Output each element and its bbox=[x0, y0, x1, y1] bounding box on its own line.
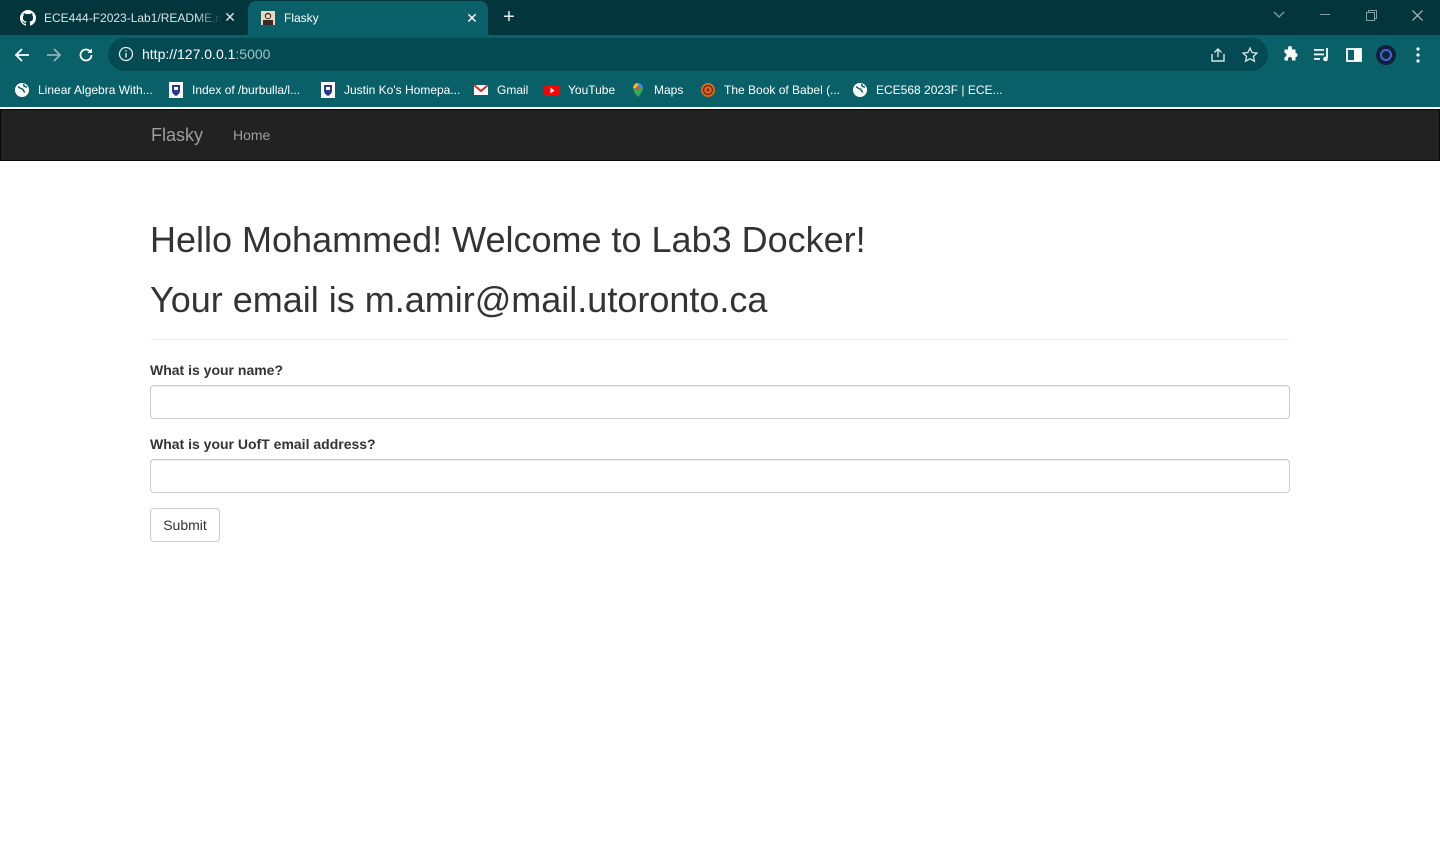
minimize-icon bbox=[1320, 14, 1330, 15]
maps-icon bbox=[633, 83, 643, 97]
crest-icon bbox=[169, 82, 183, 98]
restore-button[interactable] bbox=[1348, 0, 1394, 30]
url-host: http://127.0.0.1 bbox=[142, 46, 236, 62]
tab-flasky[interactable]: Flasky ✕ bbox=[248, 1, 488, 35]
back-arrow-icon bbox=[14, 48, 29, 62]
reload-button[interactable] bbox=[72, 41, 100, 69]
navbar-brand[interactable]: Flasky bbox=[151, 110, 203, 160]
nav-home-link[interactable]: Home bbox=[233, 110, 270, 160]
name-input[interactable] bbox=[150, 385, 1290, 419]
tab-title: Flasky bbox=[284, 11, 319, 25]
bookmark-item[interactable]: YouTube bbox=[544, 80, 615, 100]
github-icon bbox=[20, 9, 36, 26]
info-icon[interactable] bbox=[118, 46, 134, 62]
bookmarks-bar: Linear Algebra With... Index of /burbull… bbox=[0, 74, 1440, 107]
bookmark-label: Index of /burbulla/l... bbox=[192, 83, 301, 97]
bookmark-star-icon[interactable] bbox=[1241, 46, 1259, 64]
crest-icon bbox=[321, 82, 335, 98]
tab-search-button[interactable] bbox=[1256, 0, 1302, 30]
bookmark-item[interactable]: Justin Ko's Homepa... bbox=[320, 80, 460, 100]
close-window-button[interactable] bbox=[1394, 0, 1440, 30]
address-bar[interactable]: http://127.0.0.1:5000 bbox=[108, 38, 1268, 71]
tab-title: ECE444-F2023-Lab1/README.md bbox=[44, 10, 222, 25]
minimize-button[interactable] bbox=[1302, 0, 1348, 30]
forward-button[interactable] bbox=[40, 41, 68, 69]
new-tab-button[interactable]: + bbox=[498, 6, 520, 28]
url-text[interactable]: http://127.0.0.1:5000 bbox=[142, 38, 270, 71]
bookmark-item[interactable]: Maps bbox=[630, 80, 683, 100]
share-icon[interactable] bbox=[1209, 46, 1227, 64]
bookmark-item[interactable]: Linear Algebra With... bbox=[14, 80, 153, 100]
babel-icon bbox=[701, 83, 715, 97]
bookmark-label: Gmail bbox=[497, 83, 529, 97]
restore-icon bbox=[1365, 9, 1377, 21]
email-input[interactable] bbox=[150, 459, 1290, 493]
url-port: :5000 bbox=[235, 46, 271, 62]
reload-icon bbox=[79, 48, 93, 62]
bookmark-item[interactable]: The Book of Babel (... bbox=[700, 80, 840, 100]
browser-toolbar: http://127.0.0.1:5000 bbox=[0, 35, 1440, 74]
globe-icon bbox=[15, 83, 29, 97]
chevron-down-icon bbox=[1273, 11, 1285, 18]
bookmark-label: Justin Ko's Homepa... bbox=[344, 83, 461, 97]
back-button[interactable] bbox=[8, 41, 36, 69]
close-tab-icon[interactable]: ✕ bbox=[222, 9, 238, 26]
email-label: What is your UofT email address? bbox=[150, 436, 376, 452]
bookmark-item[interactable]: ECE568 2023F | ECE... bbox=[852, 80, 1003, 100]
name-label: What is your name? bbox=[150, 362, 284, 378]
site-navbar: Flasky Home bbox=[0, 109, 1440, 161]
globe-icon bbox=[853, 83, 867, 97]
email-heading: Your email is m.amir@mail.utoronto.ca bbox=[150, 279, 768, 320]
more-menu-icon[interactable] bbox=[1408, 45, 1428, 65]
bookmark-item[interactable]: Gmail bbox=[473, 80, 528, 100]
submit-button[interactable]: Submit bbox=[150, 508, 220, 542]
bookmark-label: YouTube bbox=[568, 83, 616, 97]
forward-arrow-icon bbox=[47, 48, 62, 62]
extensions-icon[interactable] bbox=[1280, 45, 1300, 65]
bookmark-label: The Book of Babel (... bbox=[724, 83, 841, 97]
bookmark-item[interactable]: Index of /burbulla/l... bbox=[168, 80, 300, 100]
header-divider bbox=[150, 339, 1290, 340]
flask-avatar-icon bbox=[261, 11, 275, 25]
bookmark-label: ECE568 2023F | ECE... bbox=[876, 83, 1003, 97]
close-icon bbox=[1411, 9, 1423, 21]
close-tab-icon[interactable]: ✕ bbox=[464, 10, 480, 26]
media-control-icon[interactable] bbox=[1312, 45, 1332, 65]
gmail-icon bbox=[473, 84, 489, 95]
greeting-heading: Hello Mohammed! Welcome to Lab3 Docker! bbox=[150, 219, 866, 260]
youtube-icon bbox=[544, 85, 560, 96]
bookmark-label: Linear Algebra With... bbox=[38, 83, 153, 97]
profile-avatar-icon[interactable] bbox=[1376, 45, 1396, 65]
tab-strip: ECE444-F2023-Lab1/README.md ✕ Flasky ✕ + bbox=[0, 0, 1440, 35]
side-panel-icon[interactable] bbox=[1344, 45, 1364, 65]
bookmark-label: Maps bbox=[654, 83, 684, 97]
tab-readme[interactable]: ECE444-F2023-Lab1/README.md ✕ bbox=[0, 0, 246, 35]
